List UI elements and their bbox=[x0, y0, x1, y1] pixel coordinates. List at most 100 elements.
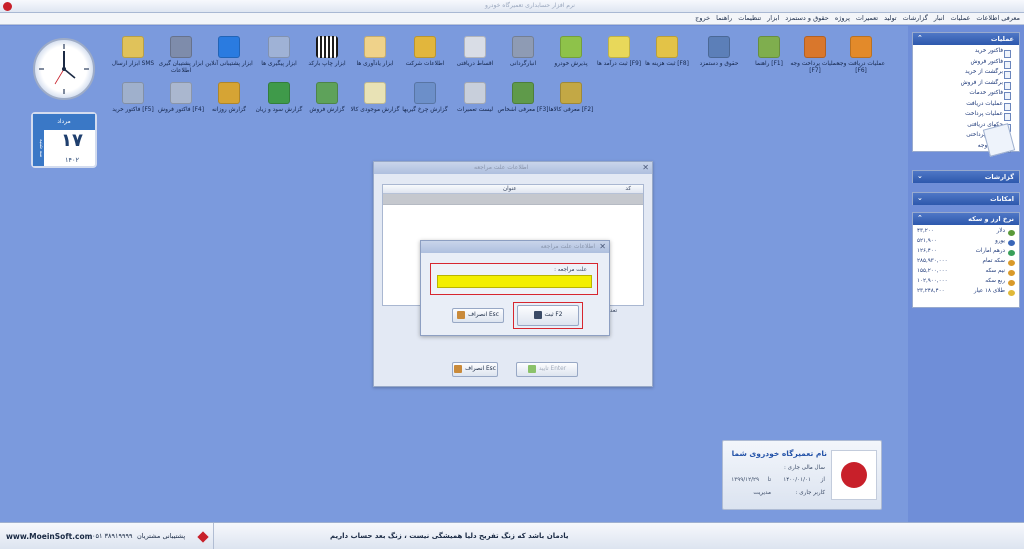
wheel-report-button[interactable]: گزارش چرخ گیریها bbox=[396, 82, 454, 114]
company-logo bbox=[831, 450, 877, 500]
chevron-down-icon[interactable]: ⌄ bbox=[917, 194, 923, 202]
person-add-icon bbox=[512, 82, 534, 104]
rate-row-euro: یورو ۵۲۱,۹۰۰ bbox=[913, 238, 1019, 248]
to-label: تا bbox=[767, 477, 771, 483]
calendar-year: ۱۴۰۲ bbox=[65, 156, 79, 164]
database-icon bbox=[512, 36, 534, 58]
bar-chart-icon bbox=[268, 82, 290, 104]
menu-item-definitions[interactable]: معرفی اطلاعات bbox=[976, 14, 1020, 22]
op-item-purchase-invoice[interactable]: فاکتور خرید bbox=[913, 48, 1019, 59]
clock-icon bbox=[39, 44, 89, 94]
from-label: از bbox=[820, 477, 825, 483]
euro-icon bbox=[1008, 240, 1015, 246]
op-item-service-invoice[interactable]: فاکتور خدمات bbox=[913, 90, 1019, 101]
purchase-invoice-button[interactable]: فاکتور خرید [F5] bbox=[104, 82, 162, 114]
menu-item-operations[interactable]: عملیات bbox=[951, 14, 971, 22]
op-item-receive[interactable]: عملیات دریافت bbox=[913, 101, 1019, 112]
gold-bar-icon bbox=[1008, 290, 1015, 296]
table-row[interactable] bbox=[383, 194, 643, 205]
menu-bar: معرفی اطلاعات عملیات انبار گزارشات تولید… bbox=[0, 13, 1024, 25]
line-chart-icon bbox=[316, 82, 338, 104]
reports-panel[interactable]: گزارشات ⌄ bbox=[912, 170, 1020, 183]
operations-panel-header[interactable]: عملیات ⌃ bbox=[913, 33, 1019, 45]
menu-item-repairs[interactable]: تعمیرات bbox=[856, 14, 878, 22]
rate-row-full-coin: سکه تمام ۲۸۵,۹۳۰,۰۰۰ bbox=[913, 258, 1019, 268]
check-icon bbox=[527, 364, 536, 373]
close-icon[interactable]: ✕ bbox=[599, 242, 606, 251]
facilities-panel[interactable]: امکانات ⌄ bbox=[912, 192, 1020, 205]
register-icon bbox=[170, 82, 192, 104]
installments-button[interactable]: اقساط دریافتی bbox=[446, 36, 504, 68]
rate-row-gold: طلای ۱۸ عیار ۲۳,۲۴۸,۴۰۰ bbox=[913, 288, 1019, 298]
support-info: www.MoeinSoft.com ۰۵۱ ۳۸۹۱۹۹۹۹ پشتیبانی … bbox=[0, 523, 214, 549]
op-item-sales-return[interactable]: برگشت از فروش bbox=[913, 80, 1019, 91]
cash-register-icon bbox=[122, 82, 144, 104]
exit-door-icon bbox=[454, 364, 463, 373]
profit-loss-report-button[interactable]: گزارش سود و زیان bbox=[250, 82, 308, 114]
calendar-weekday: سه شنبه bbox=[33, 130, 44, 166]
current-user: مدیریت bbox=[753, 490, 771, 496]
reports-panel-header[interactable]: گزارشات ⌄ bbox=[913, 171, 1019, 183]
receive-money-icon bbox=[850, 36, 872, 58]
coin-icon bbox=[1008, 280, 1015, 286]
menu-item-production[interactable]: تولید bbox=[884, 14, 897, 22]
company-name: نام تعمیرگاه خودروی شما bbox=[731, 449, 827, 458]
chevron-up-icon[interactable]: ⌃ bbox=[917, 214, 923, 222]
company-info-button[interactable]: اطلاعات شرکت bbox=[396, 36, 454, 68]
magnifier-doc-icon bbox=[364, 82, 386, 104]
website-link[interactable]: www.MoeinSoft.com bbox=[6, 532, 92, 541]
dialog-title-bar: اطلاعات علت مراجعه ✕ bbox=[374, 162, 652, 174]
menu-item-payroll[interactable]: حقوق و دستمزد bbox=[785, 14, 829, 22]
visit-reason-field-group: علت مراجعه : bbox=[430, 263, 598, 295]
current-user-label: کاربر جاری : bbox=[795, 490, 825, 496]
reception-form-icon bbox=[560, 36, 582, 58]
send-sms-button[interactable]: ابزار ارسال SMS bbox=[104, 36, 162, 68]
book-logo-icon bbox=[841, 462, 867, 488]
save-button-highlight bbox=[513, 302, 583, 329]
followup-doc-icon bbox=[268, 36, 290, 58]
op-item-purchase-return[interactable]: برگشت از خرید bbox=[913, 69, 1019, 80]
reminder-calendar-icon bbox=[364, 36, 386, 58]
cancel-button[interactable]: انصراف Esc bbox=[452, 308, 504, 323]
report-book-icon bbox=[218, 82, 240, 104]
op-item-pay[interactable]: عملیات پرداخت bbox=[913, 111, 1019, 122]
income-icon bbox=[608, 36, 630, 58]
diamond-icon bbox=[197, 531, 209, 543]
chevron-down-icon[interactable]: ⌄ bbox=[917, 172, 923, 180]
window-title: نرم افزار حسابداری تعمیرگاه خودرو bbox=[485, 2, 575, 9]
menu-item-exit[interactable]: خروج bbox=[695, 14, 710, 22]
chevron-up-icon[interactable]: ⌃ bbox=[917, 34, 923, 42]
pay-money-icon bbox=[804, 36, 826, 58]
rates-panel: نرخ ارز و سکه ⌃ دلار ۴۳,۲۰۰ یورو ۵۲۱,۹۰۰ در… bbox=[912, 212, 1020, 308]
menu-item-help[interactable]: راهنما bbox=[716, 14, 732, 22]
close-icon[interactable]: ✕ bbox=[642, 163, 649, 172]
menu-item-project[interactable]: پروژه bbox=[835, 14, 850, 22]
title-bar: نرم افزار حسابداری تعمیرگاه خودرو bbox=[0, 0, 1024, 13]
calendar-widget: مرداد سه شنبه ۱۷ ۱۴۰۲ bbox=[31, 112, 97, 168]
rate-row-dirham: درهم امارات ۱۲۶,۴۰۰ bbox=[913, 248, 1019, 258]
menu-item-reports[interactable]: گزارشات bbox=[903, 14, 928, 22]
help-board-icon bbox=[758, 36, 780, 58]
facilities-panel-header[interactable]: امکانات ⌄ bbox=[913, 193, 1019, 205]
payroll-button[interactable]: حقوق و دستمزد bbox=[690, 36, 748, 68]
rates-panel-header[interactable]: نرخ ارز و سکه ⌃ bbox=[913, 213, 1019, 225]
from-date: ۱۴۰۰/۰۱/۰۱ bbox=[783, 477, 811, 483]
menu-item-warehouse[interactable]: انبار bbox=[934, 14, 945, 22]
outer-cancel-button[interactable]: انصراف Esc bbox=[452, 362, 498, 377]
menu-item-tools[interactable]: ابزار bbox=[767, 14, 779, 22]
help-button[interactable]: راهنما [F1] bbox=[740, 36, 798, 68]
visit-reason-input[interactable] bbox=[437, 275, 592, 288]
coin-icon bbox=[1008, 260, 1015, 266]
right-side-panel: عملیات ⌃ فاکتور خرید فاکتور فروش برگشت از… bbox=[908, 26, 1024, 522]
goods-box-icon bbox=[560, 82, 582, 104]
rate-row-half-coin: نیم سکه ۱۵۵,۲۰۰,۰۰۰ bbox=[913, 268, 1019, 278]
repairs-list-button[interactable]: لیست تعمیرات bbox=[446, 82, 504, 114]
op-item-sales-invoice[interactable]: فاکتور فروش bbox=[913, 59, 1019, 70]
menu-item-settings[interactable]: تنظیمات bbox=[738, 14, 761, 22]
calendar-day: ۱۷ bbox=[61, 130, 83, 151]
outer-confirm-button[interactable]: تایید Enter bbox=[516, 362, 578, 377]
followups-button[interactable]: ابزار پیگیری ها bbox=[250, 36, 308, 68]
status-message: یادمان باشد که زنگ تفریح دلیا همیشگی نیس… bbox=[330, 532, 569, 540]
to-date: ۱۳۹۹/۱۲/۲۹ bbox=[731, 477, 759, 483]
people-icon bbox=[708, 36, 730, 58]
